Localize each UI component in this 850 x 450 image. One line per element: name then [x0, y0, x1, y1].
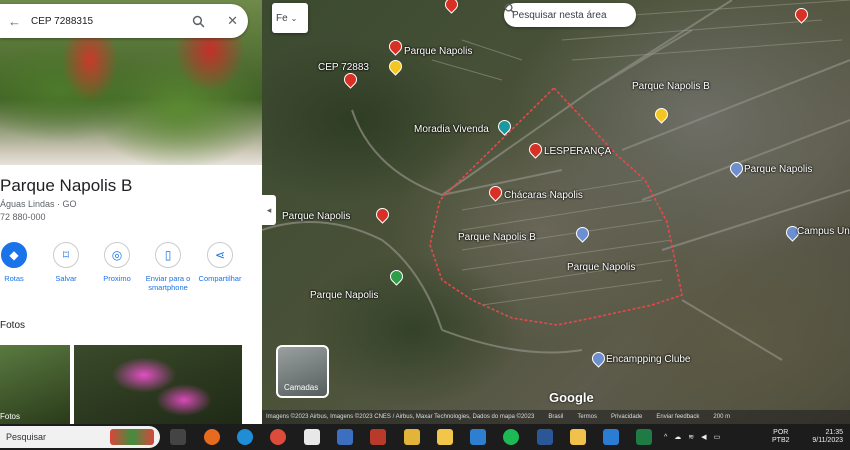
lang-layout: PTB2 [772, 437, 790, 444]
attribution-link[interactable]: Privacidade [611, 414, 642, 420]
map-label[interactable]: Parque Napolis B [632, 81, 710, 92]
taskbar-search[interactable]: Pesquisar [0, 426, 160, 448]
action-label: Compartilhar [198, 274, 242, 283]
map-label[interactable]: CEP 72883 [318, 62, 369, 73]
app-icon[interactable] [603, 429, 619, 445]
language-indicator[interactable]: POR PTB2 [772, 424, 790, 450]
back-arrow-icon[interactable]: ← [8, 14, 21, 29]
map-search-area-button[interactable]: Pesquisar nesta área [504, 3, 636, 27]
task-view-icon[interactable] [170, 429, 186, 445]
search-box[interactable]: ← CEP 7288315 ✕ [0, 4, 248, 38]
clock-time: 21:35 [825, 429, 843, 436]
screen: { "panel": { "search_query": "CEP 728831… [0, 0, 850, 450]
directions-icon: ◆ [1, 242, 27, 268]
windows-taskbar: Pesquisar ^ ☁ ≋ ◀ ▭ POR PTB2 21:35 9/11/… [0, 424, 850, 450]
map-label[interactable]: Parque Napolis [310, 290, 378, 301]
map-layer-toggle-button[interactable]: Fe ⌄ [272, 3, 308, 33]
calculator-icon[interactable] [337, 429, 353, 445]
attribution-text: Imagens ©2023 Airbus, Imagens ©2023 CNES… [266, 414, 535, 420]
edge-icon[interactable] [237, 429, 253, 445]
save-button[interactable]: ⌑ Salvar [40, 242, 92, 283]
map-label[interactable]: Encampping Clube [606, 354, 691, 365]
photo-thumbnail[interactable] [74, 345, 242, 424]
attribution-link[interactable]: Brasil [548, 414, 563, 420]
system-tray: ^ ☁ ≋ ◀ ▭ [664, 424, 720, 450]
google-logo: Google [549, 390, 594, 405]
action-buttons-row: ◆ Rotas ⌑ Salvar ◎ Proximo ▯ Enviar para… [0, 242, 262, 302]
send-to-phone-icon: ▯ [155, 242, 181, 268]
firefox-icon[interactable] [204, 429, 220, 445]
map-label[interactable]: Parque Napolis [744, 164, 812, 175]
photos-section-title: Fotos [0, 320, 26, 331]
photo-caption: Fotos [0, 412, 21, 421]
folder-icon[interactable] [570, 429, 586, 445]
place-title: Parque Napolis B [0, 176, 133, 195]
map-label[interactable]: LESPERANÇA [544, 146, 611, 157]
chevron-left-icon: ◂ [266, 204, 272, 215]
attribution-link[interactable]: Enviar feedback [656, 414, 699, 420]
mail-icon[interactable] [470, 429, 486, 445]
chevron-down-icon: ⌄ [290, 13, 298, 23]
app-icon[interactable] [404, 429, 420, 445]
scale-label: 200 m [713, 414, 731, 420]
document-icon[interactable] [304, 429, 320, 445]
bookmark-icon: ⌑ [53, 242, 79, 268]
volume-icon[interactable]: ◀ [701, 433, 706, 441]
onedrive-icon[interactable]: ☁ [674, 433, 681, 441]
lang-code: POR [773, 429, 789, 436]
taskbar-search-label: Pesquisar [6, 432, 47, 442]
map-label[interactable]: Parque Napolis [404, 46, 472, 57]
attribution-link[interactable]: Termos [577, 414, 597, 420]
search-icon [504, 3, 515, 14]
search-input[interactable]: CEP 7288315 [31, 16, 192, 27]
chevron-up-icon[interactable]: ^ [664, 434, 667, 441]
map-label[interactable]: Parque Napolis [282, 211, 350, 222]
place-location: Águas Lindas · GO [0, 199, 77, 209]
wifi-icon[interactable]: ≋ [688, 433, 694, 441]
file-explorer-icon[interactable] [437, 429, 453, 445]
action-label: Salvar [55, 274, 77, 283]
layers-button[interactable]: Camadas [276, 345, 329, 398]
share-icon: ⋖ [207, 242, 233, 268]
spotify-icon[interactable] [503, 429, 519, 445]
satellite-map[interactable]: Parque Napolis CEP 72883 Parque Napolis … [262, 0, 850, 424]
action-label: Proximo [103, 274, 131, 283]
map-label[interactable]: Moradia Vivenda [414, 124, 489, 135]
map-label[interactable]: Parque Napolis B [458, 232, 536, 243]
send-to-phone-button[interactable]: ▯ Enviar para o smartphone [142, 242, 194, 292]
map-label[interactable]: Chácaras Napolis [504, 190, 583, 201]
app-icon[interactable] [370, 429, 386, 445]
collapse-panel-button[interactable]: ◂ [262, 195, 276, 225]
action-label: Enviar para o smartphone [145, 274, 191, 292]
directions-button[interactable]: ◆ Rotas [0, 242, 40, 283]
map-layer-toggle-label: Fe [276, 12, 288, 24]
action-label: Rotas [4, 274, 24, 283]
layers-label: Camadas [284, 383, 319, 392]
map-attribution-bar: Imagens ©2023 Airbus, Imagens ©2023 CNES… [262, 410, 850, 424]
excel-icon[interactable] [636, 429, 652, 445]
close-icon[interactable]: ✕ [227, 13, 238, 29]
map-search-placeholder: Pesquisar nesta área [512, 9, 607, 21]
place-postal-code: 72 880-000 [0, 212, 46, 222]
search-icon[interactable] [192, 15, 205, 28]
chrome-icon[interactable] [270, 429, 286, 445]
word-icon[interactable] [537, 429, 553, 445]
share-button[interactable]: ⋖ Compartilhar [194, 242, 246, 283]
battery-icon[interactable]: ▭ [714, 433, 721, 441]
map-label[interactable]: Campus Unieuro [797, 226, 850, 237]
place-panel: ← CEP 7288315 ✕ Parque Napolis B Águas L… [0, 0, 262, 424]
nearby-icon: ◎ [104, 242, 130, 268]
clock-date: 9/11/2023 [812, 437, 843, 444]
clock[interactable]: 21:35 9/11/2023 [803, 424, 843, 450]
map-label[interactable]: Parque Napolis [567, 262, 635, 273]
nearby-button[interactable]: ◎ Proximo [91, 242, 143, 283]
search-highlight-image [110, 429, 154, 445]
